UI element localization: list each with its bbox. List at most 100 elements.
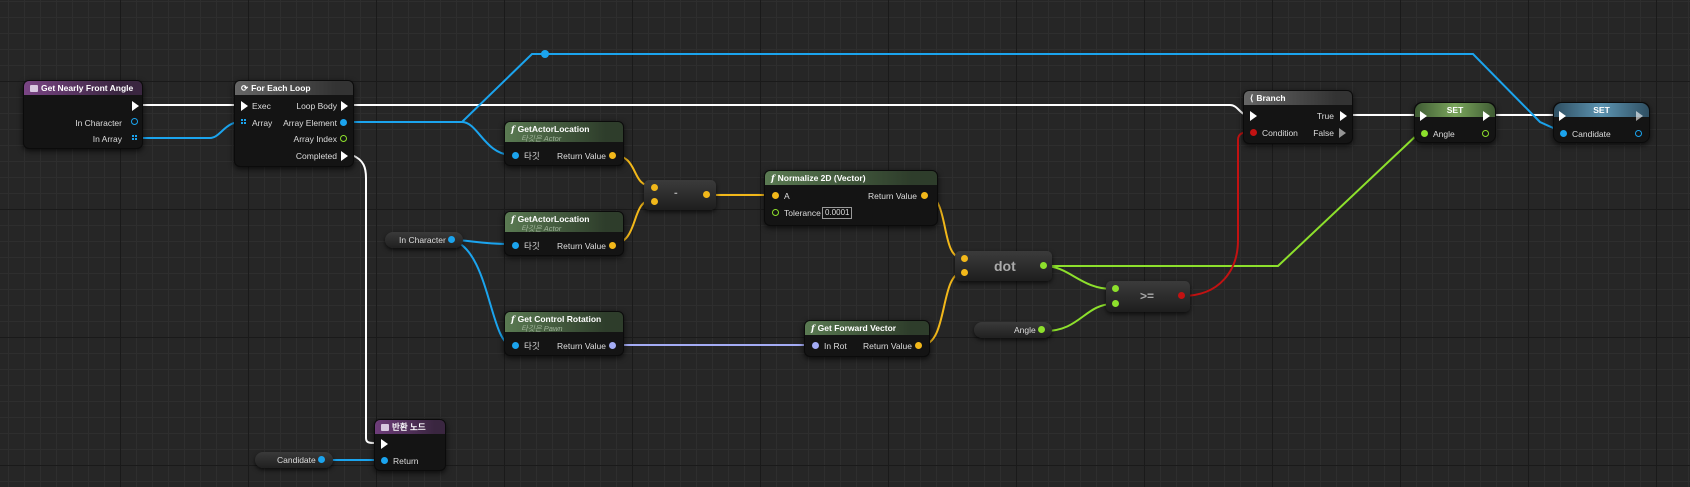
blueprint-graph-canvas[interactable]: Get Nearly Front Angle In Character In A… [0,0,1690,487]
greater-equal-node[interactable]: >= [1106,281,1190,312]
true-pin[interactable] [1340,111,1347,121]
array-index-pin[interactable] [340,135,347,142]
in-array-pin[interactable] [132,135,139,142]
gte-out-pin[interactable] [1178,292,1185,299]
get-forward-vector-header: f Get Forward Vector [805,321,929,335]
dot-in-a-pin[interactable] [961,255,968,262]
get-control-rotation-title: Get Control Rotation [517,314,602,324]
set-angle-exec-in[interactable] [1420,111,1427,121]
exec-wire-completed-return[interactable] [351,154,375,444]
function-entry-header: Get Nearly Front Angle [24,81,142,95]
wire-character-rotation[interactable] [451,239,513,346]
normalize-return-pin[interactable] [921,192,928,199]
get-actor-location-node-2[interactable]: f GetActorLocation 타깃은 Actor 타깃 Return Val… [504,211,624,256]
forward-return-pin[interactable] [915,342,922,349]
normalize-return-label: Return Value [868,191,917,201]
subtract-in-a-pin[interactable] [651,184,658,191]
set-candidate-in-pin[interactable] [1560,130,1567,137]
in-character-variable[interactable]: In Character [385,232,463,248]
target-pin-2[interactable] [512,242,519,249]
gte-symbol: >= [1140,289,1155,303]
for-each-header: ⟳ For Each Loop [235,81,353,95]
array-label: Array [252,118,273,128]
wire-dot-set-angle[interactable] [1044,131,1421,267]
get-control-rotation-header: f Get Control Rotation 타깃은 Pawn [505,312,623,333]
function-icon [30,85,38,92]
set-candidate-node[interactable]: SET Candidate [1553,102,1650,143]
true-label: True [1316,111,1334,121]
gte-in-b-pin[interactable] [1112,300,1119,307]
set-angle-out-pin[interactable] [1482,130,1489,137]
false-pin[interactable] [1339,128,1346,138]
subtract-out-pin[interactable] [703,191,710,198]
control-rotation-target-pin[interactable] [512,342,519,349]
for-each-loop-node[interactable]: ⟳ For Each Loop Exec Array Loop Body Arra… [234,80,354,167]
get-actor-location-title-2: GetActorLocation [517,214,590,224]
function-entry-title: Get Nearly Front Angle [41,83,134,93]
for-each-title: For Each Loop [251,83,311,93]
in-array-pin-label: In Array [92,134,122,144]
tolerance-input[interactable]: 0.0001 [822,207,853,219]
exec-wire-loop-branch[interactable] [351,104,1249,116]
return-node[interactable]: 반환 노드 Return [374,419,446,471]
dot-product-node[interactable]: dot [955,251,1052,281]
completed-pin[interactable] [341,151,348,161]
exec-out-pin[interactable] [132,101,139,111]
set-angle-node[interactable]: SET Angle [1414,102,1496,143]
set-angle-exec-out[interactable] [1483,111,1490,121]
set-angle-label: Angle [1433,129,1455,139]
subtract-node[interactable]: - [644,180,716,210]
branch-exec-in-pin[interactable] [1250,111,1257,121]
normalize-2d-node[interactable]: f Normalize 2D (Vector) A Return Value To… [764,170,938,226]
set-angle-in-pin[interactable] [1421,130,1428,137]
exec-label: Exec [252,101,271,111]
control-rotation-return-pin[interactable] [609,342,616,349]
wire-gte-condition[interactable] [1181,131,1251,297]
subtract-symbol: - [674,187,678,199]
return-pin-1[interactable] [609,152,616,159]
candidate-out-pin[interactable] [318,456,325,463]
angle-out-pin[interactable] [1038,326,1045,333]
gte-in-a-pin[interactable] [1112,285,1119,292]
branch-icon: ⟨ [1250,93,1254,103]
set-candidate-exec-out[interactable] [1636,111,1643,121]
function-entry-node[interactable]: Get Nearly Front Angle In Character In A… [23,80,143,149]
in-character-out-pin[interactable] [448,236,455,243]
angle-variable[interactable]: Angle [974,322,1052,338]
angle-variable-label: Angle [1014,325,1036,335]
get-forward-vector-node[interactable]: f Get Forward Vector In Rot Return Value [804,320,930,357]
completed-label: Completed [295,151,337,161]
normalize-a-pin[interactable] [772,192,779,199]
set-candidate-out-pin[interactable] [1635,130,1642,137]
set-candidate-exec-in[interactable] [1559,111,1566,121]
target-pin-1[interactable] [512,152,519,159]
set-candidate-header: SET [1554,103,1649,117]
condition-pin[interactable] [1250,129,1257,136]
return-value-pin[interactable] [381,457,388,464]
get-control-rotation-node[interactable]: f Get Control Rotation 타깃은 Pawn 타깃 Return … [504,311,624,356]
return-pin-2[interactable] [609,242,616,249]
dot-out-pin[interactable] [1040,262,1047,269]
wire-inarray-array[interactable] [140,121,241,139]
array-pin[interactable] [241,119,248,126]
wire-dot-gte[interactable] [1043,265,1114,290]
normalize-title: Normalize 2D (Vector) [777,173,866,183]
tolerance-pin[interactable] [772,209,779,216]
branch-node[interactable]: ⟨ Branch Condition True False [1243,90,1353,144]
wire-angle-gte[interactable] [1044,303,1114,332]
in-rot-pin[interactable] [812,342,819,349]
get-actor-location-node-1[interactable]: f GetActorLocation 타깃은 Actor 타깃 Return Val… [504,121,624,166]
get-actor-location-title-1: GetActorLocation [517,124,590,134]
get-actor-location-header-2: f GetActorLocation 타깃은 Actor [505,212,623,233]
loop-body-pin[interactable] [341,101,348,111]
return-exec-in-pin[interactable] [381,439,388,449]
false-label: False [1313,128,1334,138]
normalize-a-label: A [784,191,790,201]
set-candidate-label: Candidate [1572,129,1611,139]
dot-in-b-pin[interactable] [961,269,968,276]
candidate-variable[interactable]: Candidate [255,452,333,468]
subtract-in-b-pin[interactable] [651,198,658,205]
in-character-pin[interactable] [131,118,138,125]
array-element-pin[interactable] [340,119,347,126]
exec-in-pin[interactable] [241,101,248,111]
